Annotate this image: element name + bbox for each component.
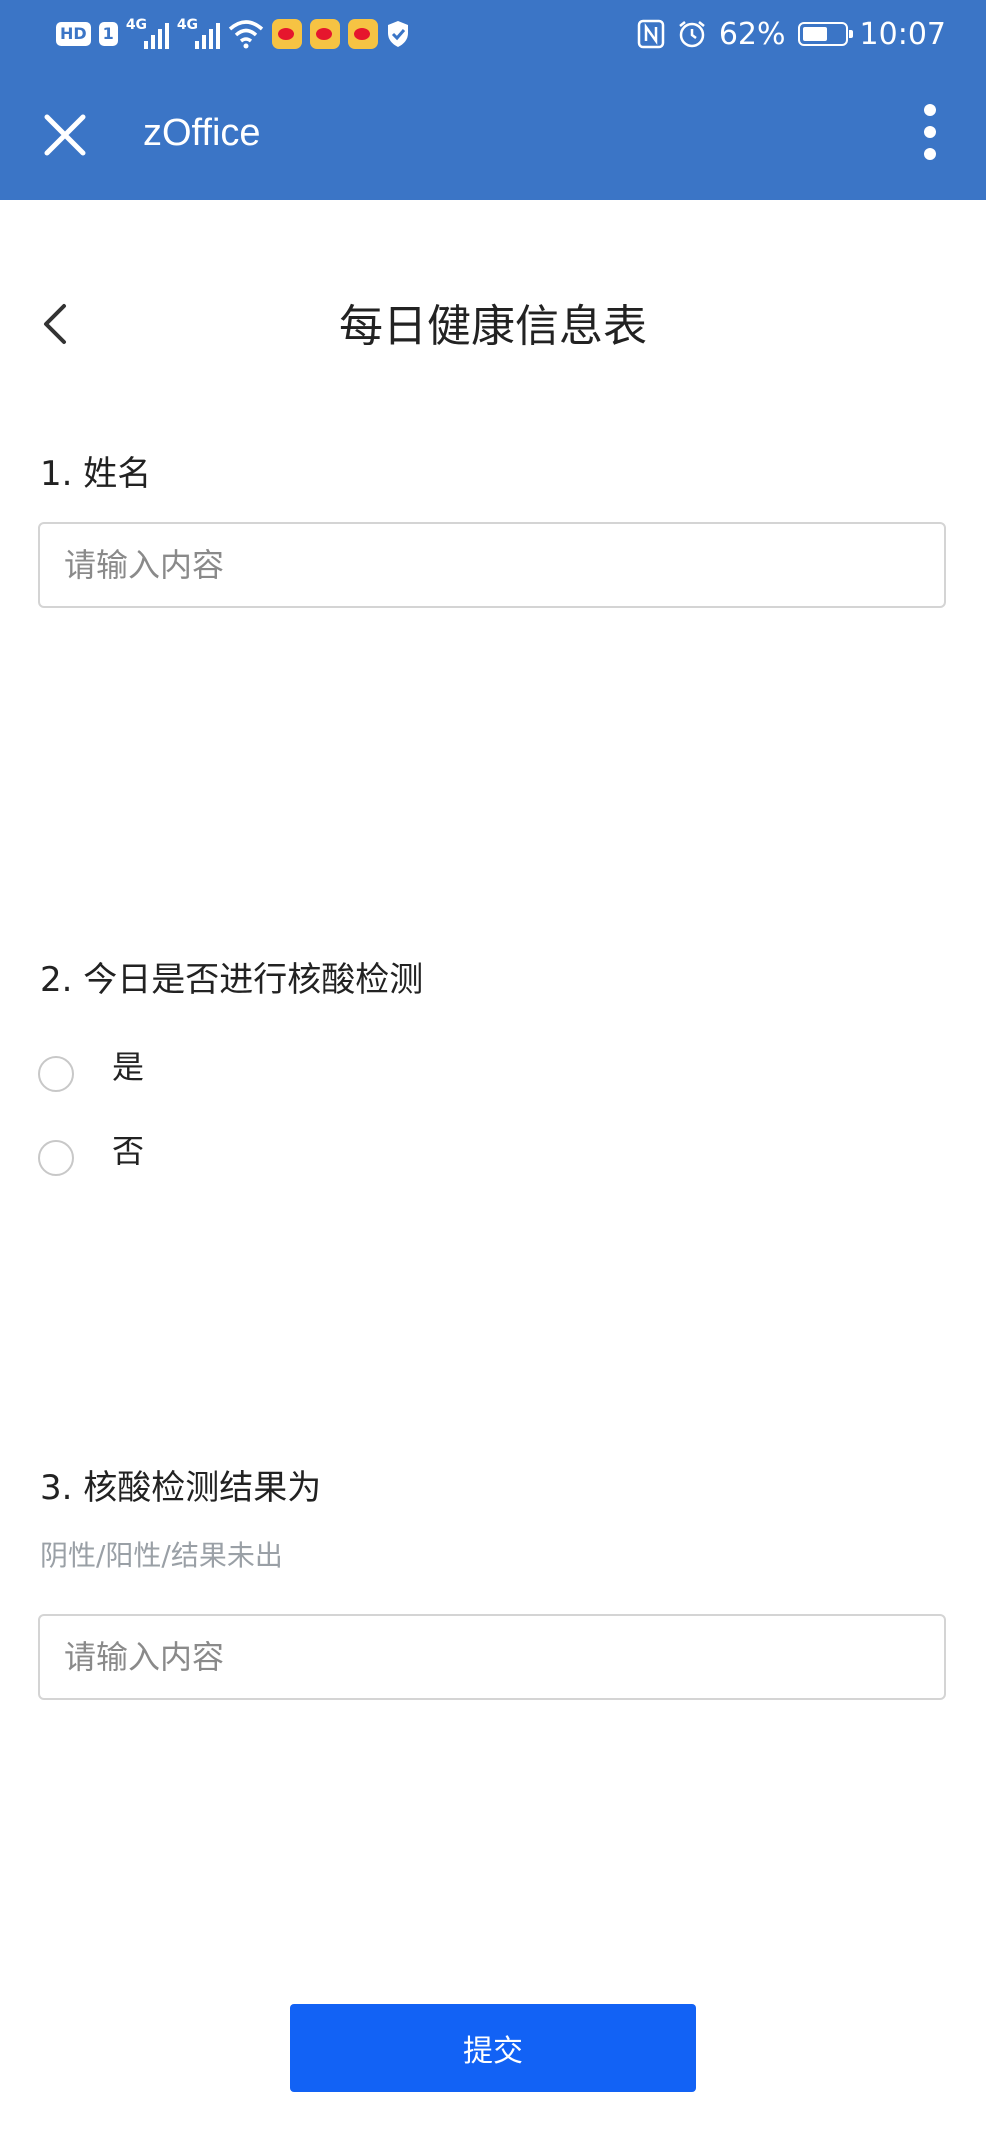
status-right-icons: 62% 10:07 (637, 14, 946, 54)
app-bar: HD 1 4G 4G 62% 10:07 zOffice (0, 0, 986, 200)
question-1-label: 1. 姓名 (40, 454, 152, 494)
hd-badge: HD (56, 22, 91, 46)
radio-option-no[interactable]: 否 (38, 1132, 144, 1182)
shield-icon (387, 21, 408, 47)
network-type-label: 4G (176, 17, 199, 33)
radio-option-yes[interactable]: 是 (38, 1048, 144, 1098)
nfc-icon (637, 19, 665, 49)
weibo-icon (347, 19, 378, 49)
form-title: 每日健康信息表 (339, 301, 647, 352)
app-title: zOffice (143, 112, 261, 154)
radio-label: 是 (112, 1048, 145, 1086)
test-result-input[interactable] (38, 1614, 946, 1700)
more-vertical-icon (924, 104, 936, 116)
radio-button[interactable] (38, 1140, 74, 1176)
weibo-icon (309, 19, 340, 49)
clock: 10:07 (859, 16, 946, 52)
question-3-hint: 阴性/阳性/结果未出 (40, 1539, 283, 1572)
battery-percent: 62% (718, 16, 786, 52)
radio-label: 否 (112, 1132, 145, 1170)
question-3-label: 3. 核酸检测结果为 (40, 1468, 322, 1508)
status-bar: HD 1 4G 4G 62% 10:07 (0, 0, 986, 68)
sim-badge: 1 (98, 22, 118, 46)
alarm-icon (679, 21, 705, 48)
signal-icon: 4G (176, 17, 220, 49)
more-options-button[interactable] (918, 104, 942, 166)
weibo-icon (271, 19, 302, 49)
battery-icon (797, 22, 853, 46)
wifi-icon (228, 20, 263, 49)
signal-icon: 4G (125, 17, 169, 49)
close-button[interactable] (40, 110, 90, 160)
battery-fill (802, 27, 828, 41)
status-left-icons: HD 1 4G 4G (56, 14, 410, 54)
question-2-label: 2. 今日是否进行核酸检测 (40, 960, 424, 1000)
network-type-label: 4G (125, 17, 148, 33)
name-input[interactable] (38, 522, 946, 608)
radio-button[interactable] (38, 1056, 74, 1092)
submit-button[interactable]: 提交 (290, 2004, 696, 2092)
